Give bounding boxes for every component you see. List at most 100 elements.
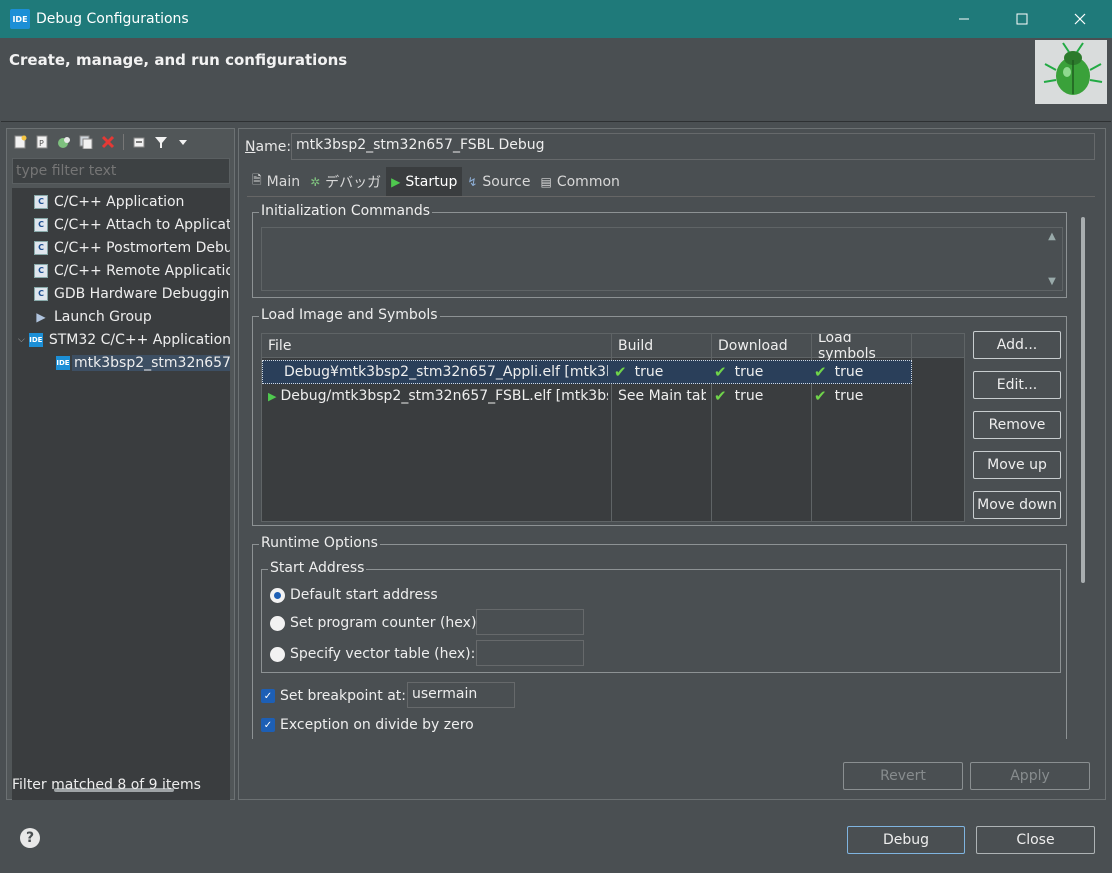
- document-icon: 🗎: [252, 173, 262, 187]
- checkbox[interactable]: ✓: [261, 689, 275, 703]
- tree-item-c-postmortem[interactable]: C C/C++ Postmortem Debugger: [34, 236, 230, 259]
- radio-button[interactable]: [270, 587, 285, 603]
- table-row[interactable]: Debug¥mtk3bsp2_stm32n657_Appli.elf [mtk3…: [262, 360, 912, 384]
- tab-label: Main: [266, 173, 301, 190]
- common-icon: ▤: [540, 174, 552, 189]
- col-download[interactable]: Download: [712, 334, 812, 358]
- tree-item-stm32[interactable]: ⌵ IDE STM32 C/C++ Application: [18, 328, 230, 351]
- scroll-thumb[interactable]: [1081, 217, 1085, 583]
- bug-icon: ✲: [310, 174, 321, 189]
- group-title: Start Address: [268, 560, 367, 576]
- tab-main[interactable]: 🗎 Main: [247, 167, 305, 196]
- symbols-cell: true: [834, 364, 864, 380]
- new-prototype-icon[interactable]: P: [33, 133, 51, 151]
- collapse-all-icon[interactable]: [130, 133, 148, 151]
- revert-button[interactable]: Revert: [843, 762, 963, 790]
- button-label: Apply: [1010, 768, 1050, 784]
- check-icon: ✔: [614, 363, 627, 381]
- program-counter-input[interactable]: [476, 609, 584, 635]
- group-title: Initialization Commands: [259, 203, 433, 219]
- group-title: Load Image and Symbols: [259, 307, 440, 323]
- delete-icon[interactable]: [99, 133, 117, 151]
- file-cell: Debug/mtk3bsp2_stm32n657_FSBL.elf [mtk3b…: [280, 388, 608, 404]
- tree-item-label: C/C++ Attach to Application: [54, 216, 230, 233]
- col-file[interactable]: File: [262, 334, 612, 358]
- startup-tab-content: Initialization Commands ▲ ▼ Load Image a…: [247, 196, 1095, 739]
- col-load-symbols[interactable]: Load symbols: [812, 334, 912, 362]
- c-app-icon: C: [34, 263, 48, 278]
- vector-table-radio[interactable]: Specify vector table (hex):: [270, 643, 475, 665]
- set-breakpoint-checkbox[interactable]: ✓ Set breakpoint at:: [261, 685, 406, 707]
- ide-icon: IDE: [56, 355, 70, 370]
- vector-table-input[interactable]: [476, 640, 584, 666]
- partial-checkbox[interactable]: [261, 738, 280, 739]
- name-field[interactable]: mtk3bsp2_stm32n657_FSBL Debug: [291, 133, 1095, 160]
- c-app-icon: C: [34, 240, 48, 255]
- tab-debugger[interactable]: ✲ デバッガ: [305, 167, 386, 196]
- new-config-icon[interactable]: [11, 133, 29, 151]
- duplicate-icon[interactable]: [77, 133, 95, 151]
- default-start-radio[interactable]: Default start address: [270, 584, 438, 606]
- checkbox[interactable]: ✓: [261, 718, 275, 732]
- radio-label: Set program counter (hex):: [290, 615, 482, 631]
- download-cell: true: [734, 388, 764, 404]
- button-label: Revert: [880, 768, 926, 784]
- close-button[interactable]: Close: [976, 826, 1095, 854]
- minimize-button[interactable]: [935, 0, 993, 38]
- tree-item-gdb-hardware[interactable]: C GDB Hardware Debugging: [34, 282, 230, 305]
- remove-button[interactable]: Remove: [973, 411, 1061, 439]
- check-icon: ✔: [814, 387, 827, 405]
- scroll-up-icon[interactable]: ▲: [1048, 231, 1056, 242]
- window-title: Debug Configurations: [36, 11, 189, 27]
- group-title: Runtime Options: [259, 535, 380, 551]
- col-build[interactable]: Build: [612, 334, 712, 358]
- title-bar: IDE Debug Configurations: [0, 0, 1112, 38]
- bug-icon: [1035, 40, 1107, 104]
- tab-common[interactable]: ▤ Common: [536, 167, 625, 196]
- exception-divide-checkbox[interactable]: ✓ Exception on divide by zero: [261, 714, 474, 736]
- ide-icon: IDE: [28, 332, 43, 347]
- radio-button[interactable]: [270, 615, 285, 631]
- move-up-button[interactable]: Move up: [973, 451, 1061, 479]
- init-commands-textarea[interactable]: ▲ ▼: [261, 227, 1063, 291]
- close-window-button[interactable]: [1051, 0, 1109, 38]
- build-cell: true: [634, 364, 664, 380]
- tree-item-c-attach[interactable]: C C/C++ Attach to Application: [34, 213, 230, 236]
- apply-button[interactable]: Apply: [970, 762, 1090, 790]
- edit-button[interactable]: Edit...: [973, 371, 1061, 399]
- tab-label: Startup: [405, 173, 458, 190]
- button-label: Close: [1016, 832, 1055, 848]
- svg-text:P: P: [39, 139, 44, 148]
- scroll-down-icon[interactable]: ▼: [1048, 276, 1056, 287]
- button-label: Debug: [882, 832, 930, 848]
- radio-button[interactable]: [270, 646, 285, 662]
- program-counter-radio[interactable]: Set program counter (hex):: [270, 612, 481, 634]
- tree-item-launch-group[interactable]: ▶ Launch Group: [34, 305, 151, 328]
- help-icon[interactable]: ?: [20, 828, 40, 848]
- tree-item-label: C/C++ Remote Application: [54, 262, 230, 279]
- tree-item-fsbl-debug[interactable]: IDE mtk3bsp2_stm32n657_FSBL Debug: [56, 351, 230, 374]
- vertical-scrollbar[interactable]: ▲ ▼: [1042, 228, 1062, 290]
- tab-label: デバッガ: [325, 174, 382, 191]
- tree-item-c-application[interactable]: C C/C++ Application: [34, 190, 184, 213]
- export-config-icon[interactable]: [55, 133, 73, 151]
- chevron-down-icon[interactable]: ⌵: [18, 335, 25, 345]
- filter-input[interactable]: [12, 158, 230, 184]
- table-header: File Build Download Load symbols: [262, 334, 964, 362]
- toolbar-separator: [123, 134, 124, 150]
- debug-button[interactable]: Debug: [847, 826, 965, 854]
- vertical-scrollbar[interactable]: [1073, 197, 1095, 739]
- add-button[interactable]: Add...: [973, 331, 1061, 359]
- filter-icon[interactable]: [152, 133, 170, 151]
- chevron-down-icon[interactable]: [174, 133, 192, 151]
- launch-group-icon: ▶: [36, 309, 46, 324]
- tab-startup[interactable]: ▶ Startup: [386, 167, 463, 196]
- maximize-button[interactable]: [993, 0, 1051, 38]
- table-row[interactable]: ▶ Debug/mtk3bsp2_stm32n657_FSBL.elf [mtk…: [262, 384, 912, 408]
- download-cell: true: [734, 364, 764, 380]
- tree-item-c-remote[interactable]: C C/C++ Remote Application: [34, 259, 230, 282]
- breakpoint-input[interactable]: usermain: [407, 682, 515, 708]
- close-icon: [1074, 13, 1086, 25]
- tab-source[interactable]: ↯ Source: [462, 167, 535, 196]
- move-down-button[interactable]: Move down: [973, 491, 1061, 519]
